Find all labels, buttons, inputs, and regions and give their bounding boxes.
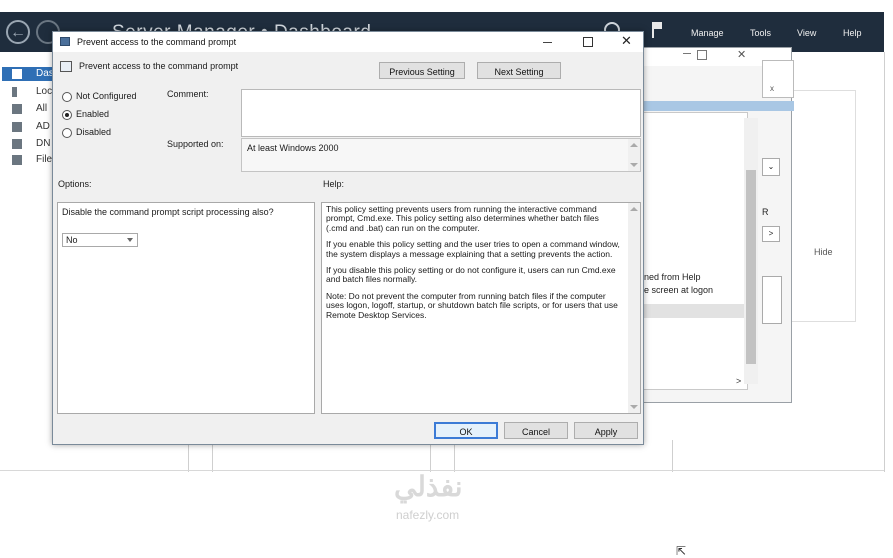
dashboard-icon [12,69,22,79]
supported-on-value: At least Windows 2000 [247,143,339,153]
background-list [640,112,748,390]
minimize-icon[interactable] [683,53,691,54]
ok-button[interactable]: OK [434,422,498,439]
option-description: Disable the command prompt script proces… [62,207,274,217]
sidebar-item-label: DN [36,138,51,149]
chevron-down-icon[interactable]: ⌄ [762,158,780,176]
policy-icon [60,37,70,46]
maximize-icon[interactable] [583,37,593,47]
maximize-icon[interactable] [697,50,707,60]
background-box [762,276,782,324]
close-icon[interactable]: ✕ [737,48,746,61]
local-server-icon [12,87,17,97]
menu-tools[interactable]: Tools [750,28,771,38]
radio-label: Enabled [76,109,110,119]
background-label: R [762,207,769,217]
all-servers-icon [12,104,22,114]
policy-name: Prevent access to the command prompt [79,61,239,71]
script-processing-select[interactable]: No [62,233,138,247]
radio-indicator [62,110,72,120]
policy-dialog: Prevent access to the command prompt ✕ P… [52,31,686,558]
radio-label: Disabled [76,127,112,137]
background-text: ned from Help [644,272,701,282]
menu-manage[interactable]: Manage [691,28,724,38]
next-setting-button[interactable]: Next Setting [477,62,561,79]
help-label: Help: [323,179,345,189]
sidebar-item-label: AD [36,121,50,132]
supported-on-label: Supported on: [167,139,224,149]
notification-flag-icon[interactable] [652,22,664,38]
ad-icon [12,122,22,132]
previous-setting-button[interactable]: Previous Setting [379,62,465,79]
chevron-right-icon[interactable]: > [762,226,780,242]
select-value: No [66,235,78,245]
dialog-title: Prevent access to the command prompt [77,37,237,47]
help-paragraph: Note: Do not prevent the computer from r… [326,290,618,320]
dialog-titlebar[interactable]: Prevent access to the command prompt ✕ [53,32,643,52]
sidebar-item-label: All [36,103,48,114]
background-scrollbar-thumb[interactable] [746,170,756,364]
background-window-2-close-icon[interactable]: x [770,84,774,93]
sidebar-item-label: Loc [36,86,53,97]
setting-icon [60,61,72,72]
tile-panel [786,90,856,322]
comment-label: Comment: [167,89,209,99]
supported-on-field: At least Windows 2000 [241,138,641,172]
file-services-icon [12,155,22,165]
options-label: Options: [58,179,92,189]
help-panel: This policy setting prevents users from … [321,202,686,558]
chevron-down-icon [127,238,133,242]
radio-indicator [62,128,72,138]
background-list-row [640,304,746,318]
radio-indicator [62,92,72,102]
divider [884,52,885,472]
sidebar: Das Loc All AD DN File [0,62,62,202]
scroll-right-icon[interactable]: > [736,376,741,386]
help-paragraph: If you disable this policy setting or do… [326,265,616,285]
help-paragraph: This policy setting prevents users from … [326,204,599,233]
radio-label: Not Configured [76,91,137,101]
options-panel: Disable the command prompt script proces… [57,202,315,414]
apply-button[interactable]: Apply [574,422,638,439]
hide-link[interactable]: Hide [814,247,833,257]
supported-scrollbar[interactable] [628,139,640,171]
close-icon[interactable]: ✕ [621,33,632,49]
background-text: e screen at logon [644,285,714,295]
back-button[interactable]: ← [6,20,30,44]
watermark-arabic: نفذلي [394,471,463,502]
menu-help[interactable]: Help [843,28,862,38]
background-window-2 [762,60,794,98]
cancel-button[interactable]: Cancel [504,422,568,439]
help-text: This policy setting prevents users from … [326,204,622,327]
menu-view[interactable]: View [797,28,816,38]
help-paragraph: If you enable this policy setting and th… [326,239,620,259]
selected-row-highlight [640,101,794,111]
dns-icon [12,139,22,149]
help-scrollbar[interactable] [628,203,640,413]
sidebar-item-label: File [36,154,53,165]
watermark-latin: nafezly.com [396,508,460,522]
mouse-cursor-icon: ⇱ [676,544,687,558]
minimize-icon[interactable] [543,42,552,43]
comment-input[interactable] [241,89,641,137]
